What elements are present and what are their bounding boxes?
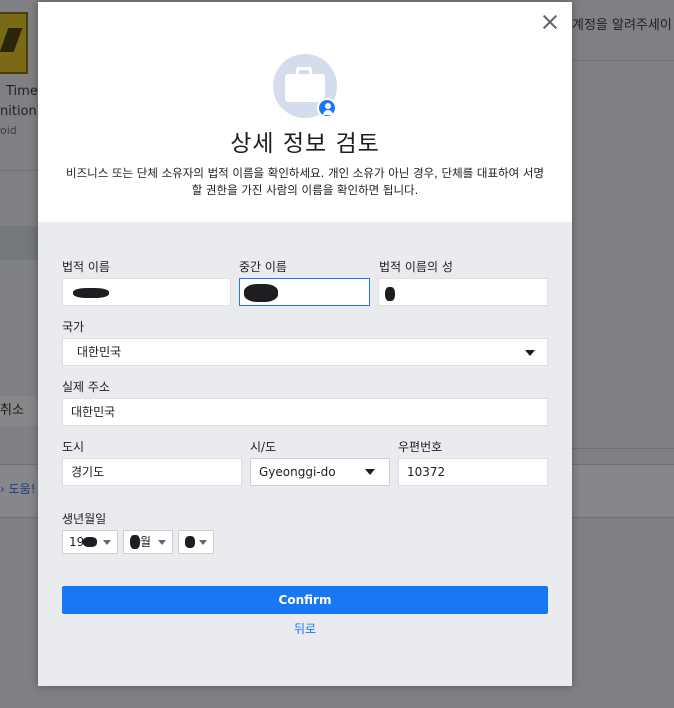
last-name-label: 법적 이름의 성	[379, 260, 453, 274]
person-icon	[317, 98, 337, 118]
state-select[interactable]: Gyeonggi-do	[250, 458, 390, 486]
redaction-mark	[130, 535, 140, 549]
redaction-mark	[73, 288, 109, 298]
zip-label: 우편번호	[398, 440, 443, 454]
confirm-button[interactable]: Confirm	[62, 586, 548, 614]
bg-divider	[572, 60, 674, 61]
zip-input[interactable]: 10372	[398, 458, 548, 486]
middle-name-label: 중간 이름	[239, 260, 287, 274]
birth-year-select[interactable]: 19	[62, 530, 118, 554]
birth-month-value: 월	[140, 535, 152, 549]
back-link[interactable]: 뒤로	[38, 620, 572, 637]
bg-app-title-line2: nition	[0, 104, 37, 119]
birth-month-select[interactable]: 월	[123, 530, 173, 554]
birth-year-value: 19	[69, 535, 85, 549]
legal-name-input[interactable]	[62, 278, 231, 306]
state-value: Gyeonggi-do	[259, 465, 336, 479]
dialog-header: 상세 정보 검토 비즈니스 또는 단체 소유자의 법적 이름을 확인하세요. 개…	[38, 2, 572, 222]
last-name-input[interactable]	[378, 278, 548, 306]
bg-cancel-button: 취소	[0, 396, 38, 426]
address-input[interactable]: 대한민국	[62, 398, 548, 426]
legal-name-label: 법적 이름	[62, 260, 110, 274]
address-value: 대한민국	[71, 405, 116, 419]
bg-divider	[0, 170, 38, 171]
briefcase-icon	[285, 74, 325, 102]
redaction-mark	[83, 537, 97, 547]
city-value: 경기도	[71, 465, 105, 479]
bg-selected-row	[0, 226, 38, 260]
city-label: 도시	[62, 440, 85, 454]
dialog-title: 상세 정보 검토	[230, 131, 380, 157]
redaction-mark	[244, 284, 278, 302]
city-input[interactable]: 경기도	[62, 458, 242, 486]
review-details-dialog: 상세 정보 검토 비즈니스 또는 단체 소유자의 법적 이름을 확인하세요. 개…	[38, 2, 572, 686]
close-icon[interactable]	[540, 12, 560, 32]
birthdate-label: 생년월일	[62, 512, 107, 526]
bg-right-text: 계정을 알려주세이	[572, 18, 672, 33]
address-label: 실제 주소	[62, 380, 110, 394]
middle-name-input[interactable]	[239, 278, 370, 306]
country-label: 국가	[62, 320, 85, 334]
state-label: 시/도	[250, 440, 277, 454]
birth-day-select[interactable]	[178, 530, 214, 554]
chevron-down-icon	[199, 540, 207, 545]
redaction-mark	[185, 536, 195, 548]
bg-help-arrow-icon: ›	[0, 482, 5, 496]
country-value: 대한민국	[77, 345, 122, 359]
dialog-description: 비즈니스 또는 단체 소유자의 법적 이름을 확인하세요. 개인 소유가 아닌 …	[65, 166, 545, 197]
chevron-down-icon	[103, 540, 111, 545]
bg-app-platform: oid	[0, 124, 17, 137]
bg-divider	[572, 448, 674, 449]
redaction-mark	[385, 287, 395, 301]
bg-help-label: 도움!	[8, 482, 36, 496]
business-badge	[273, 54, 337, 118]
app-icon	[0, 12, 28, 74]
bg-help-link: › 도움!	[0, 480, 36, 497]
chevron-down-icon	[158, 540, 166, 545]
chevron-down-icon	[365, 469, 375, 475]
country-select[interactable]: 대한민국	[62, 338, 548, 366]
chevron-down-icon	[525, 350, 535, 356]
zip-value: 10372	[407, 465, 446, 479]
